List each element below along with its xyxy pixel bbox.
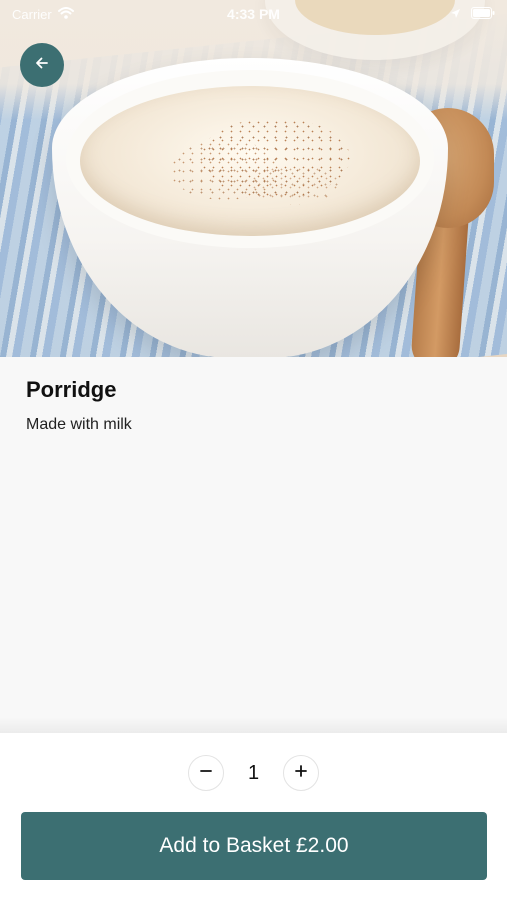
increase-quantity-button[interactable] xyxy=(283,755,320,791)
status-bar: Carrier 4:33 PM xyxy=(0,0,507,28)
back-button[interactable] xyxy=(20,43,64,87)
minus-icon xyxy=(199,764,213,783)
product-details: Porridge Made with milk xyxy=(0,357,507,733)
arrow-left-icon xyxy=(34,55,50,76)
product-description: Made with milk xyxy=(26,416,132,433)
quantity-stepper: 1 xyxy=(0,753,507,793)
add-to-basket-button[interactable]: Add to Basket £2.00 xyxy=(21,812,487,880)
plus-icon xyxy=(294,764,308,783)
status-time: 4:33 PM xyxy=(227,6,280,22)
decrease-quantity-button[interactable] xyxy=(187,755,224,791)
bottom-panel: 1 Add to Basket £2.00 xyxy=(0,733,507,900)
location-arrow-icon xyxy=(450,7,461,22)
quantity-value: 1 xyxy=(247,761,260,784)
product-title: Porridge xyxy=(26,377,117,402)
product-image xyxy=(0,0,507,357)
carrier-label: Carrier xyxy=(12,6,52,22)
wifi-icon xyxy=(57,6,74,22)
battery-icon xyxy=(471,6,495,22)
